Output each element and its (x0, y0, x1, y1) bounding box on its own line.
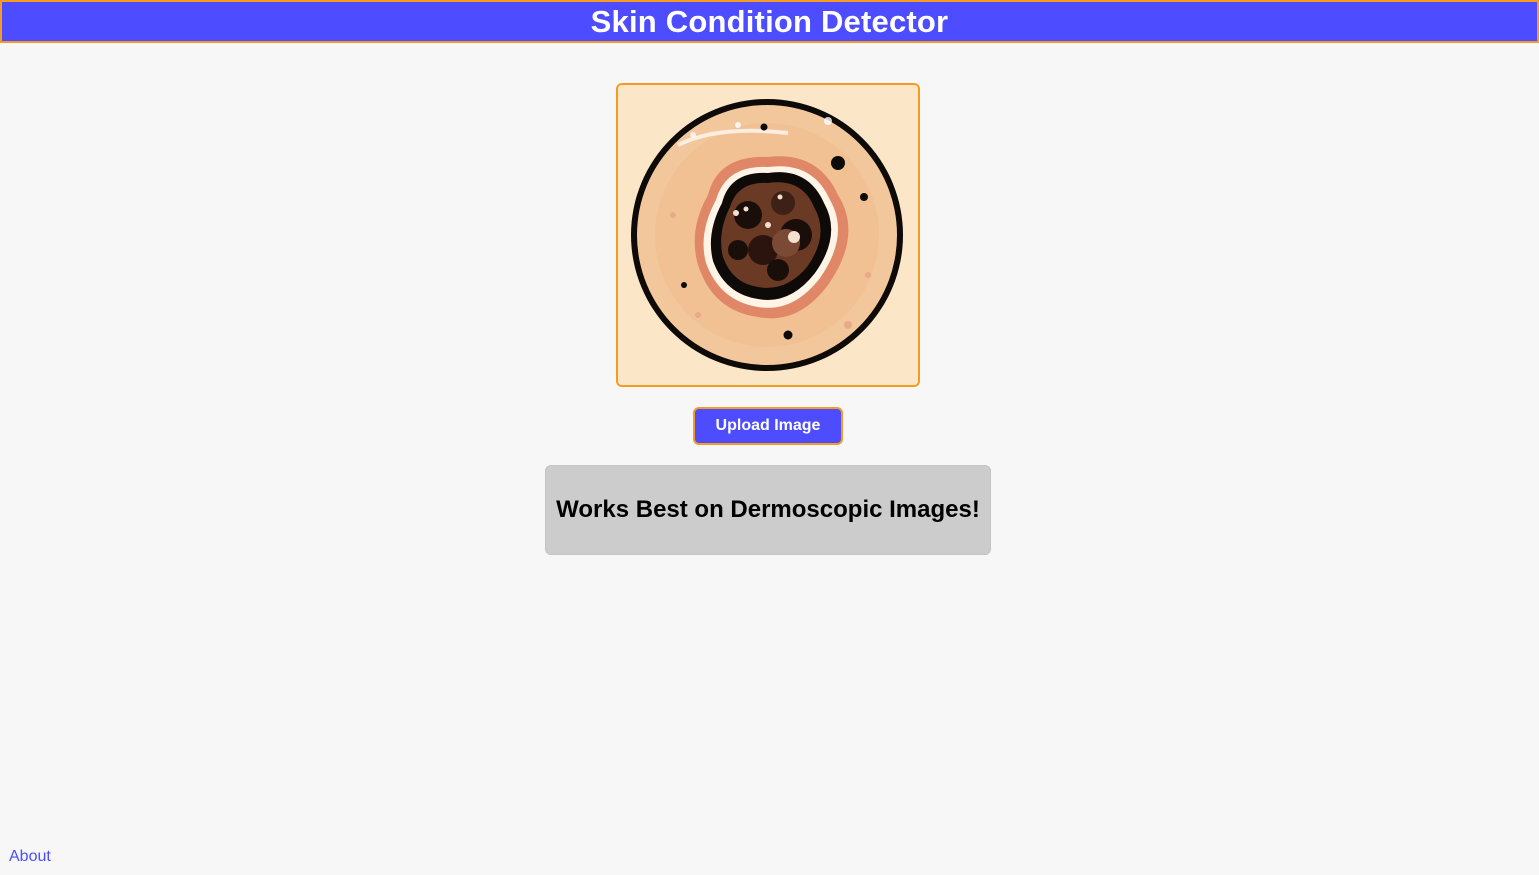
info-banner-text: Works Best on Dermoscopic Images! (556, 496, 980, 523)
page-title: Skin Condition Detector (590, 4, 949, 39)
about-link[interactable]: About (9, 848, 51, 866)
app-header: Skin Condition Detector (0, 0, 1539, 43)
image-preview (616, 83, 920, 387)
info-banner: Works Best on Dermoscopic Images! (545, 465, 991, 555)
upload-image-button[interactable]: Upload Image (693, 407, 843, 445)
skin-lesion-illustration (618, 85, 918, 385)
